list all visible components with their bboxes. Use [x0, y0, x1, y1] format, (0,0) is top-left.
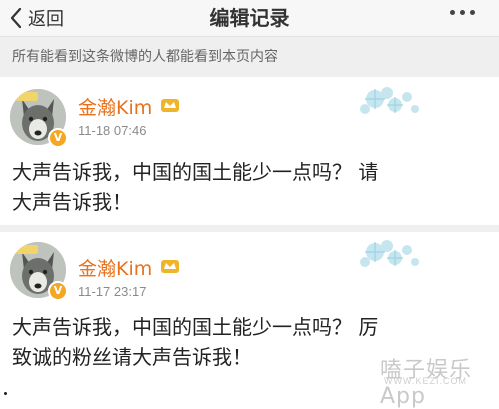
username[interactable]: 金瀚Kim: [78, 93, 152, 120]
watermark-url: WWW.KEZI.COM: [384, 376, 467, 386]
divider: [0, 225, 499, 232]
username[interactable]: 金瀚Kim: [78, 254, 152, 281]
nav-bar: 返回 编辑记录: [0, 0, 499, 37]
verified-badge-icon: V: [48, 281, 68, 301]
visibility-notice: 所有能看到这条微博的人都能看到本页内容: [0, 37, 499, 77]
verified-badge-icon: V: [48, 128, 68, 148]
more-dots-icon[interactable]: [450, 10, 475, 15]
edit-record-card: V 金瀚Kim 11-18 07:46 大声告诉我，中国的国土能少一点吗？ 请 …: [0, 77, 499, 225]
watermark: 嗑子娱乐App WWW.KEZI.COM: [360, 352, 495, 409]
post-time: 11-17 23:17: [78, 284, 147, 299]
stray-dot: [4, 392, 7, 395]
post-text-line: 大声告诉我，中国的国土能少一点吗？ 厉: [12, 315, 379, 339]
post-time: 11-18 07:46: [78, 123, 147, 138]
vip-crown-icon: [160, 96, 180, 114]
snowflake-decoration-icon: [345, 79, 435, 129]
vip-crown-icon: [160, 257, 180, 275]
post-text-line: 大声告诉我！: [12, 190, 132, 214]
post-text: 大声告诉我，中国的国土能少一点吗？ 请 大声告诉我！: [12, 157, 482, 217]
snowflake-decoration-icon: [345, 232, 435, 282]
post-text-line: 大声告诉我，中国的国土能少一点吗？ 请: [12, 160, 379, 184]
page-title: 编辑记录: [209, 6, 290, 30]
